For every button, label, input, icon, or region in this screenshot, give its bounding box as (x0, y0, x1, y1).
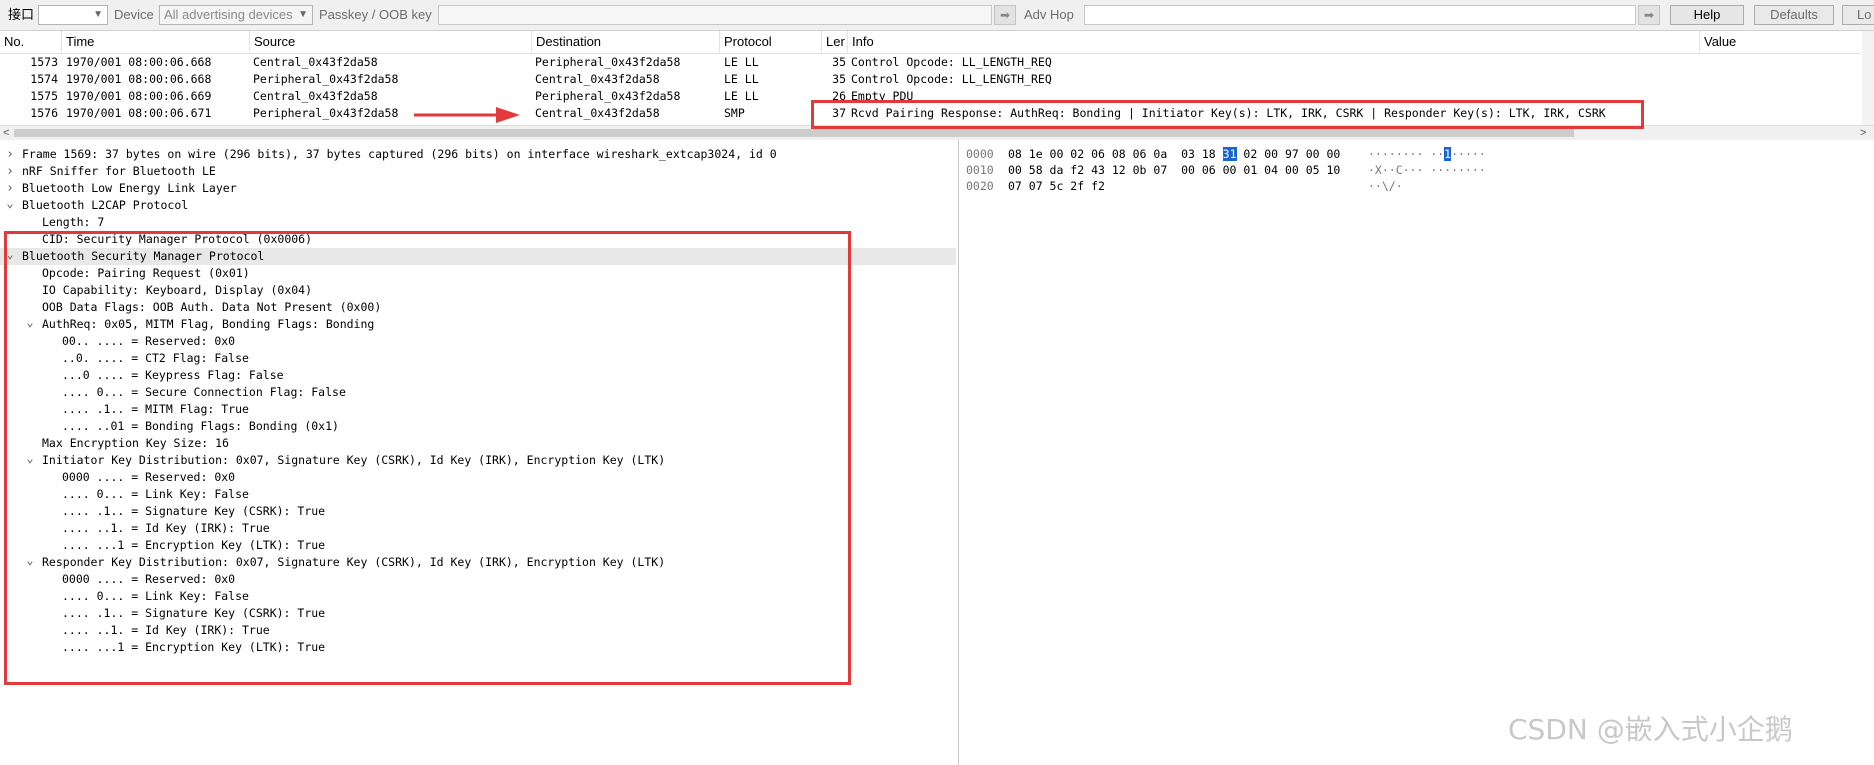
column-header-info[interactable]: Info (848, 31, 1700, 53)
hex-offset: 0020 (966, 179, 994, 193)
ascii-group: ····· (1451, 147, 1486, 161)
cell-time: 1970/001 08:00:06.668 (66, 55, 212, 69)
cell-length: 35 (832, 72, 846, 86)
tree-item-label: Bluetooth L2CAP Protocol (22, 198, 189, 212)
hex-byte-group: 02 00 97 00 00 (1236, 147, 1341, 161)
passkey-label: Passkey / OOB key (319, 7, 432, 22)
hex-bytes[interactable]: 00 58 da f2 43 12 0b 07 00 06 00 01 04 0… (1008, 162, 1340, 178)
column-header-protocol[interactable]: Protocol (720, 31, 822, 53)
watermark: CSDN @嵌入式小企鹅 (1508, 713, 1793, 746)
hex-bytes[interactable]: 08 1e 00 02 06 08 06 0a 03 18 31 02 00 9… (1008, 146, 1340, 162)
cell-protocol: LE LL (724, 72, 759, 86)
cell-destination: Central_0x43f2da58 (535, 72, 660, 86)
packet-list-vertical-scrollbar[interactable] (1862, 31, 1874, 125)
tree-item-label: Bluetooth Low Energy Link Layer (22, 181, 237, 195)
device-select-value: All advertising devices (164, 7, 293, 22)
ascii-dump[interactable]: ········ ··1····· (1368, 146, 1486, 162)
tree-item-label: Length: 7 (42, 215, 105, 229)
adv-hop-label: Adv Hop (1024, 7, 1074, 22)
help-button[interactable]: Help (1670, 5, 1744, 25)
ascii-dump[interactable]: ··\/· (1368, 178, 1403, 194)
cell-protocol: LE LL (724, 89, 759, 103)
chevron-right-icon[interactable]: › (4, 146, 16, 163)
packet-list-header: No. Time Source Destination Protocol Ler… (0, 31, 1860, 54)
cell-time: 1970/001 08:00:06.668 (66, 72, 212, 86)
cell-info: Control Opcode: LL_LENGTH_REQ (851, 72, 1052, 86)
chevron-right-icon[interactable]: › (4, 180, 16, 197)
cell-info: Control Opcode: LL_LENGTH_REQ (851, 55, 1052, 69)
ascii-group: ·X··C··· ········ (1368, 163, 1486, 177)
column-header-time[interactable]: Time (62, 31, 250, 53)
scrollbar-thumb[interactable] (14, 129, 1574, 137)
cell-no: 1573 (30, 55, 58, 69)
device-label: Device (114, 7, 154, 22)
cell-time: 1970/001 08:00:06.671 (66, 106, 212, 120)
hex-offset: 0000 (966, 147, 994, 161)
cell-time: 1970/001 08:00:06.669 (66, 89, 212, 103)
annotation-box-smp-details (4, 231, 851, 685)
column-header-no[interactable]: No. (0, 31, 62, 53)
column-header-value[interactable]: Value (1700, 31, 1860, 53)
ascii-group: ········ ·· (1368, 147, 1445, 161)
cell-destination: Central_0x43f2da58 (535, 106, 660, 120)
hex-byte-highlighted: 31 (1222, 147, 1237, 161)
table-row[interactable]: 1573 1970/001 08:00:06.668 Central_0x43f2d… (0, 54, 1860, 71)
ascii-group: ··\/· (1368, 179, 1403, 193)
tree-item[interactable]: Length: 7 (0, 214, 956, 231)
packet-bytes-pane: 0000 08 1e 00 02 06 08 06 0a 03 18 31 02 … (962, 146, 1874, 765)
chevron-down-icon: ▼ (298, 9, 308, 20)
toolbar: 接口 ▼ Device All advertising devices ▼ Pa… (0, 0, 1874, 31)
cell-destination: Peripheral_0x43f2da58 (535, 89, 681, 103)
hex-byte-group: 08 1e 00 02 06 08 06 0a 03 18 (1008, 147, 1223, 161)
cell-source: Peripheral_0x43f2da58 (253, 72, 399, 86)
chevron-down-icon[interactable]: ⌄ (4, 197, 16, 214)
passkey-send-button[interactable]: ➡ (994, 5, 1016, 25)
cell-length: 35 (832, 55, 846, 69)
arrow-right-icon: ➡ (1643, 8, 1655, 22)
tree-item[interactable]: ⌄ Bluetooth L2CAP Protocol (0, 197, 956, 214)
cell-source: Central_0x43f2da58 (253, 55, 378, 69)
passkey-input[interactable] (438, 5, 992, 25)
cell-no: 1575 (30, 89, 58, 103)
defaults-button[interactable]: Defaults (1754, 5, 1834, 25)
arrow-right-icon (414, 107, 520, 123)
column-header-source[interactable]: Source (250, 31, 532, 53)
cell-no: 1576 (30, 106, 58, 120)
chevron-right-icon[interactable]: > (1860, 126, 1866, 140)
tree-item[interactable]: › nRF Sniffer for Bluetooth LE (0, 163, 956, 180)
pane-splitter[interactable] (958, 140, 959, 765)
interface-label: 接口 (8, 7, 35, 22)
hex-byte-group: 00 58 da f2 43 12 0b 07 00 06 00 01 04 0… (1008, 163, 1341, 177)
device-select[interactable]: All advertising devices ▼ (159, 5, 313, 25)
hex-bytes[interactable]: 07 07 5c 2f f2 (1008, 178, 1105, 194)
tree-item-label: Frame 1569: 37 bytes on wire (296 bits),… (22, 147, 777, 161)
column-header-destination[interactable]: Destination (532, 31, 720, 53)
column-header-length[interactable]: Ler (822, 31, 848, 53)
annotation-box-pairing-response (811, 100, 1644, 129)
arrow-right-icon: ➡ (999, 8, 1011, 22)
cell-protocol: SMP (724, 106, 745, 120)
table-row[interactable]: 1574 1970/001 08:00:06.668 Peripheral_0x43… (0, 71, 1860, 88)
cell-source: Central_0x43f2da58 (253, 89, 378, 103)
adv-hop-input[interactable] (1084, 5, 1636, 25)
cell-destination: Peripheral_0x43f2da58 (535, 55, 681, 69)
cell-no: 1574 (30, 72, 58, 86)
tree-item[interactable]: › Frame 1569: 37 bytes on wire (296 bits)… (0, 146, 956, 163)
interface-select[interactable]: ▼ (38, 5, 108, 25)
adv-hop-send-button[interactable]: ➡ (1638, 5, 1660, 25)
chevron-down-icon: ▼ (93, 9, 103, 20)
log-button[interactable]: Lo (1842, 5, 1874, 25)
ascii-dump[interactable]: ·X··C··· ········ (1368, 162, 1486, 178)
chevron-left-icon[interactable]: < (3, 126, 9, 140)
hex-offset: 0010 (966, 163, 994, 177)
hex-byte-group: 07 07 5c 2f f2 (1008, 179, 1105, 193)
tree-item-label: nRF Sniffer for Bluetooth LE (22, 164, 216, 178)
chevron-right-icon[interactable]: › (4, 163, 16, 180)
tree-item[interactable]: › Bluetooth Low Energy Link Layer (0, 180, 956, 197)
cell-protocol: LE LL (724, 55, 759, 69)
